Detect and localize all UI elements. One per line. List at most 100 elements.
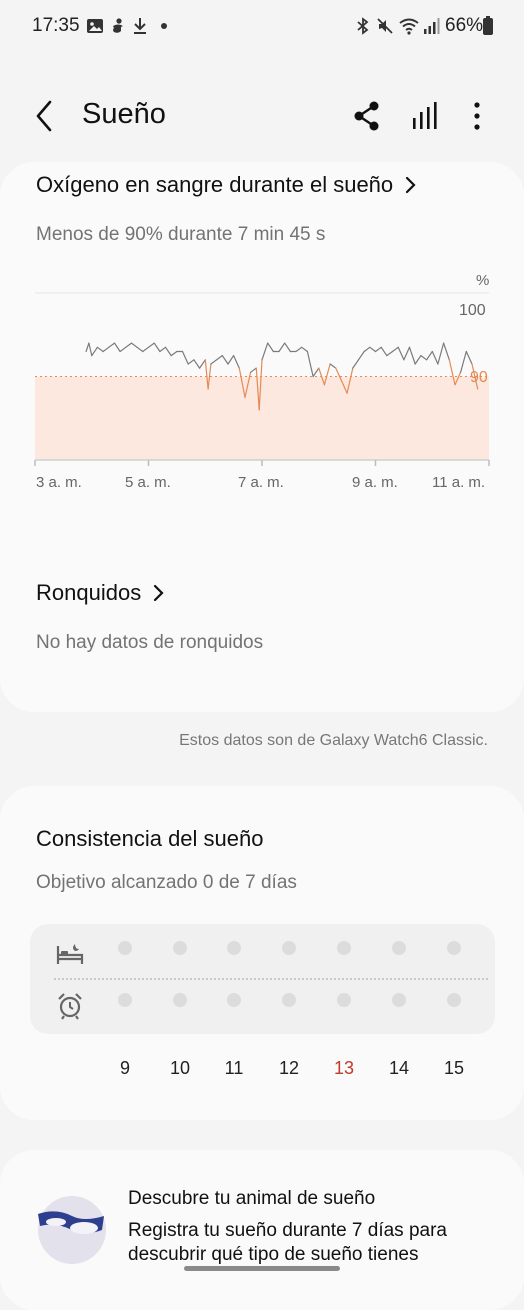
chevron-right-icon xyxy=(406,176,416,194)
spo2-segment xyxy=(369,346,377,353)
x-tick-label: 5 a. m. xyxy=(125,474,171,491)
sleep-animal-description: Registra tu sueño durante 7 días para de… xyxy=(128,1220,447,1265)
share-icon[interactable] xyxy=(350,98,384,134)
sleep-animal-illustration xyxy=(38,1196,106,1264)
day-label: 12 xyxy=(278,1058,300,1078)
source-note: Estos datos son de Galaxy Watch6 Classic… xyxy=(179,732,488,749)
wake-dot xyxy=(447,993,461,1007)
spo2-segment xyxy=(108,342,116,348)
wake-dot xyxy=(282,993,296,1007)
spo2-segment xyxy=(227,354,235,365)
spo2-segment xyxy=(391,346,399,353)
spo2-segment xyxy=(142,346,150,353)
spo2-segment xyxy=(164,346,172,357)
status-time: 17:35 xyxy=(32,15,80,36)
image-icon xyxy=(87,19,103,33)
wake-dot xyxy=(173,993,187,1007)
x-tick-label: 9 a. m. xyxy=(352,474,398,491)
wake-dot xyxy=(227,993,241,1007)
bedtime-dot xyxy=(392,941,406,955)
x-tick-label: 7 a. m. xyxy=(238,474,284,491)
oxygen-title-link[interactable]: Oxígeno en sangre durante el sueño xyxy=(36,172,417,198)
spo2-segment xyxy=(420,354,428,361)
consistency-grid xyxy=(30,924,495,1034)
download-icon xyxy=(134,18,146,34)
y-tick-label: 90 xyxy=(470,369,488,386)
wake-dot xyxy=(118,993,132,1007)
accessibility-icon xyxy=(113,18,123,33)
grid-divider xyxy=(54,978,488,980)
spo2-segment xyxy=(147,342,155,348)
more-icon[interactable] xyxy=(462,98,492,134)
spo2-segment xyxy=(170,350,178,357)
spo2-segment xyxy=(374,346,382,353)
stats-icon[interactable] xyxy=(408,98,442,134)
spo2-segment xyxy=(181,350,189,365)
wake-dot xyxy=(337,993,351,1007)
spo2-segment xyxy=(397,346,405,361)
oxygen-title: Oxígeno en sangre durante el sueño xyxy=(36,172,394,197)
spo2-segment xyxy=(136,346,144,353)
spo2-segment xyxy=(357,350,365,361)
snoring-title-link[interactable]: Ronquidos xyxy=(36,580,165,606)
spo2-segment xyxy=(443,342,450,361)
day-label: 14 xyxy=(388,1058,410,1078)
battery-icon xyxy=(483,16,493,35)
spo2-segment xyxy=(216,354,223,361)
back-button[interactable] xyxy=(28,96,64,136)
chevron-right-icon xyxy=(154,584,164,602)
home-indicator[interactable] xyxy=(184,1266,340,1271)
spo2-segment xyxy=(363,346,371,353)
spo2-segment xyxy=(278,342,286,353)
spo2-segment xyxy=(460,350,467,373)
spo2-segment xyxy=(113,342,121,353)
bluetooth-icon xyxy=(357,17,369,35)
day-label-today: 13 xyxy=(333,1058,355,1078)
bedtime-dot xyxy=(173,941,187,955)
spo2-segment xyxy=(159,346,167,353)
spo2-segment xyxy=(295,346,303,353)
day-label: 10 xyxy=(169,1058,191,1078)
spo2-segment xyxy=(426,350,433,361)
spo2-segment xyxy=(210,359,218,365)
page-title: Sueño xyxy=(82,98,166,130)
snoring-title: Ronquidos xyxy=(36,580,142,605)
consistency-subtitle: Objetivo alcanzado 0 de 7 días xyxy=(36,872,297,893)
spo2-segment xyxy=(233,354,240,369)
day-label: 11 xyxy=(224,1058,244,1078)
signal-icon xyxy=(424,18,440,34)
spo2-segment xyxy=(193,359,201,369)
spo2-segment xyxy=(312,367,320,378)
spo2-segment xyxy=(187,359,195,365)
bedtime-dot xyxy=(118,941,132,955)
spo2-chart xyxy=(34,292,490,466)
spo2-segment xyxy=(153,342,161,353)
spo2-segment xyxy=(199,359,206,369)
mute-icon xyxy=(377,18,393,34)
spo2-segment xyxy=(284,342,291,353)
oxygen-subtitle: Menos de 90% durante 7 min 45 s xyxy=(36,224,326,245)
spo2-segment xyxy=(130,342,138,348)
spo2-segment xyxy=(301,346,308,353)
x-tick-label: 3 a. m. xyxy=(36,474,82,491)
spo2-segment xyxy=(386,350,394,357)
spo2-segment xyxy=(431,350,439,365)
spo2-segment xyxy=(380,346,388,357)
alarm-clock-icon xyxy=(58,993,82,1020)
spo2-segment xyxy=(465,350,473,365)
bedtime-dot xyxy=(227,941,241,955)
spo2-segment xyxy=(306,350,314,378)
spo2-segment xyxy=(329,363,337,369)
spo2-segment xyxy=(408,346,416,365)
chart-unit-label: % xyxy=(476,272,490,289)
bed-icon xyxy=(56,944,84,964)
day-label: 9 xyxy=(119,1058,130,1078)
consistency-title: Consistencia del sueño xyxy=(36,826,264,851)
spo2-segment xyxy=(403,346,411,361)
below-threshold-band xyxy=(35,376,489,460)
y-tick-label: 100 xyxy=(459,302,486,319)
bedtime-dot xyxy=(282,941,296,955)
bedtime-dot xyxy=(447,941,461,955)
spo2-segment xyxy=(221,354,229,365)
spo2-segment xyxy=(96,346,104,353)
